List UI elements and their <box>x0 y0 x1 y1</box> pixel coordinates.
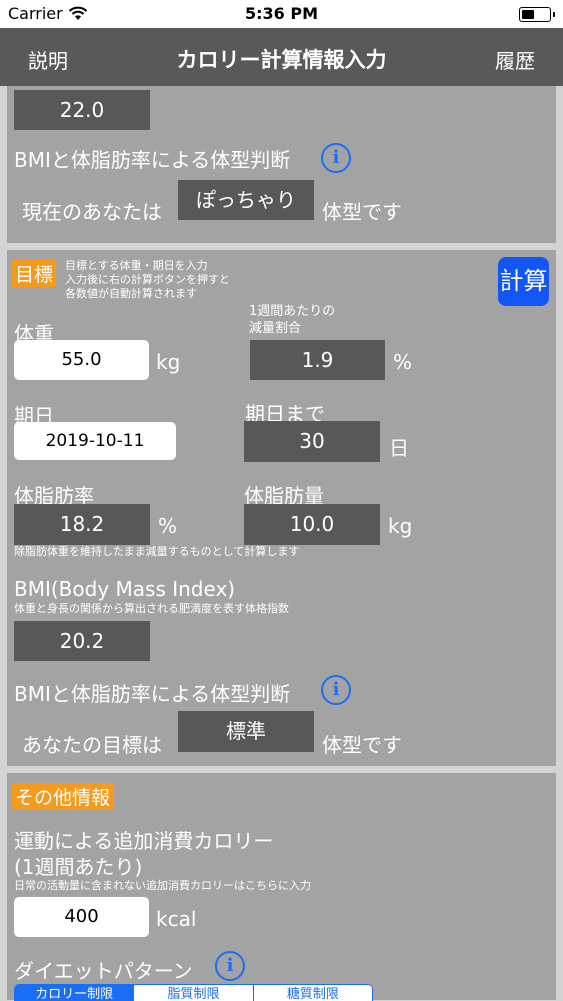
weight-unit: kg <box>156 350 181 374</box>
clock: 5:36 PM <box>244 4 318 23</box>
goal-section-label: 目標 <box>12 260 57 287</box>
battery-icon <box>519 7 555 22</box>
fat-note: 除脂肪体重を維持したまま減量するものとして計算します <box>14 545 300 558</box>
exercise-input[interactable]: 400 <box>14 897 149 937</box>
current-judge-label: BMIと体脂肪率による体型判断 <box>14 148 291 172</box>
goal-hint-line: 各数値が自動計算されます <box>65 287 197 300</box>
diet-option-fat[interactable]: 脂質制限 <box>133 985 253 1001</box>
goal-prefix: あなたの目標は <box>22 733 162 757</box>
exercise-label: 運動による追加消費カロリー <box>14 829 274 853</box>
goal-suffix: 体型です <box>322 733 402 757</box>
goal-hint: 目標とする体重・期日を入力 入力後に右の計算ボタンを押すと 各数値が自動計算され… <box>65 259 230 301</box>
rate-field: 1.9 <box>250 340 385 380</box>
goal-hint-line: 入力後に右の計算ボタンを押すと <box>65 273 230 286</box>
diet-option-calorie[interactable]: カロリー制限 <box>15 985 134 1001</box>
diet-pattern-segmented: カロリー制限 脂質制限 糖質制限 <box>14 984 373 1001</box>
goal-hint-line: 目標とする体重・期日を入力 <box>65 259 208 272</box>
days-unit: 日 <box>389 436 409 460</box>
fat-mass-field: 10.0 <box>244 504 380 545</box>
page-title: カロリー計算情報入力 <box>176 48 387 72</box>
other-section-label: その他情報 <box>12 783 114 810</box>
goal-type-field: 標準 <box>178 711 314 752</box>
goal-judge-label: BMIと体脂肪率による体型判断 <box>14 682 291 706</box>
status-bar: Carrier 5:36 PM <box>0 0 563 28</box>
history-button[interactable]: 履歴 <box>495 45 535 74</box>
goal-date-input[interactable]: 2019-10-11 <box>14 422 176 460</box>
rate-unit: % <box>393 350 413 374</box>
fat-rate-field: 18.2 <box>14 504 150 545</box>
current-type-field: ぽっちゃり <box>178 180 314 220</box>
goal-bmi-field: 20.2 <box>14 621 150 661</box>
other-panel: その他情報 運動による追加消費カロリー (1週間あたり) 日常の活動量に含まれな… <box>7 773 556 1001</box>
diet-label: ダイエットパターン <box>14 959 193 983</box>
exercise-unit: kcal <box>156 907 197 931</box>
days-field: 30 <box>244 421 380 462</box>
current-panel: 22.0 BMIと体脂肪率による体型判断 i 現在のあなたは ぽっちゃり 体型で… <box>7 86 556 243</box>
current-prefix: 現在のあなたは <box>22 200 162 224</box>
bmi-title: BMI(Body Mass Index) <box>14 577 236 601</box>
info-icon[interactable]: i <box>321 143 351 173</box>
fat-rate-unit: % <box>158 514 178 538</box>
calculate-button[interactable]: 計算 <box>498 257 549 306</box>
current-bmi-field: 22.0 <box>14 90 150 130</box>
info-icon[interactable]: i <box>321 675 351 705</box>
current-suffix: 体型です <box>322 200 402 224</box>
goal-weight-input[interactable]: 55.0 <box>14 340 149 380</box>
info-icon[interactable]: i <box>215 951 245 981</box>
fat-mass-unit: kg <box>388 514 413 538</box>
exercise-label-sub: (1週間あたり) <box>14 855 143 879</box>
navigation-bar: 説明 カロリー計算情報入力 履歴 <box>0 28 563 86</box>
goal-panel: 目標 目標とする体重・期日を入力 入力後に右の計算ボタンを押すと 各数値が自動計… <box>7 250 556 766</box>
exercise-note: 日常の活動量に含まれない追加消費カロリーはこちらに入力 <box>14 879 311 892</box>
bmi-note: 体重と身長の関係から算出される肥満度を表す体格指数 <box>14 602 289 615</box>
diet-option-carb[interactable]: 糖質制限 <box>252 985 372 1001</box>
rate-label: 1週間あたりの 減量割合 <box>249 304 336 336</box>
